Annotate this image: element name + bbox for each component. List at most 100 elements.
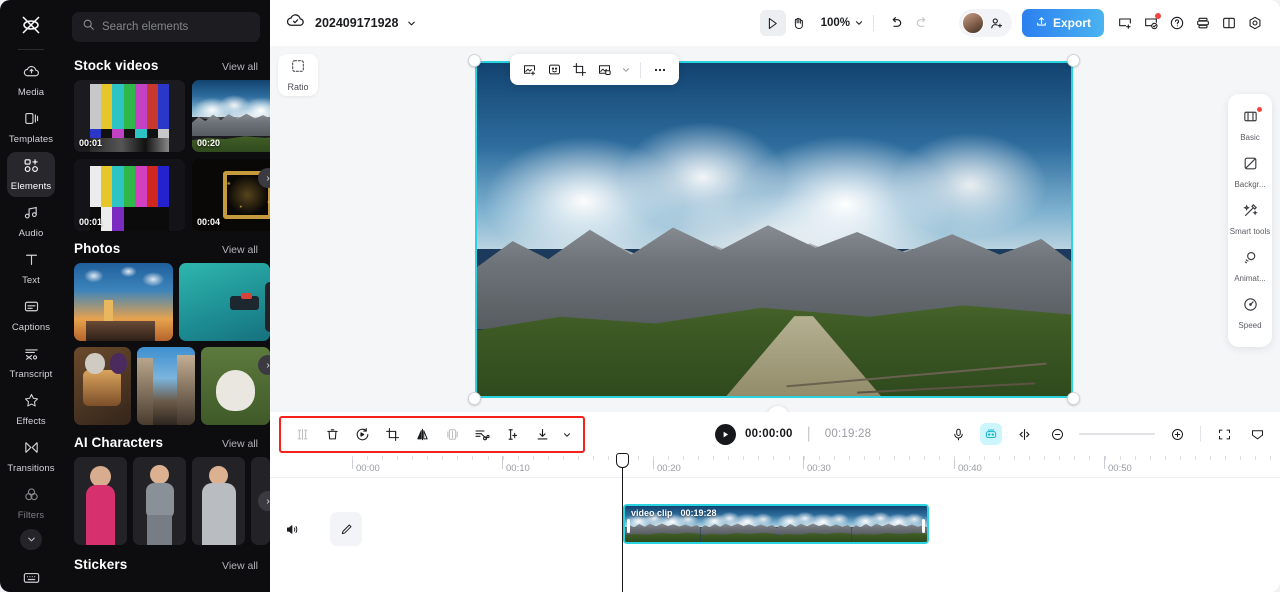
hand-pan-icon[interactable] bbox=[786, 10, 812, 36]
properties-item-animation[interactable]: Animat... bbox=[1228, 243, 1272, 290]
ai-assistant-icon[interactable] bbox=[980, 423, 1002, 445]
image-add-icon[interactable] bbox=[518, 58, 541, 81]
sidebar-item-templates[interactable]: Templates bbox=[7, 105, 55, 150]
sidebar-item-media[interactable]: Media bbox=[7, 58, 55, 103]
ruler-tick bbox=[1029, 456, 1031, 460]
collaborators-group[interactable] bbox=[958, 9, 1012, 37]
microphone-icon[interactable] bbox=[947, 423, 969, 445]
sidebar-item-effects[interactable]: Effects bbox=[7, 387, 55, 432]
ruler-tick bbox=[803, 456, 805, 460]
volume-icon[interactable] bbox=[280, 517, 304, 541]
view-all-link[interactable]: View all bbox=[222, 438, 258, 450]
stock-video-thumb[interactable]: 00:04 bbox=[192, 159, 270, 231]
video-preview-canvas[interactable] bbox=[475, 61, 1073, 398]
clip-trim-left[interactable] bbox=[627, 519, 630, 533]
chevron-down-icon[interactable] bbox=[20, 528, 42, 550]
properties-item-background[interactable]: Backgr... bbox=[1228, 149, 1272, 196]
view-all-link[interactable]: View all bbox=[222, 61, 258, 73]
timeline-panel[interactable]: 00:00 00:10 00:20 00:30 00:40 00:50 vide… bbox=[270, 453, 1280, 592]
avatar[interactable] bbox=[961, 12, 984, 34]
remove-bg-icon[interactable] bbox=[593, 58, 616, 81]
photo-thumb[interactable] bbox=[74, 347, 132, 425]
sidebar-item-text[interactable]: Text bbox=[7, 246, 55, 291]
play-button[interactable] bbox=[715, 423, 736, 445]
resize-handle-bl[interactable] bbox=[468, 392, 481, 405]
panel-layout-icon[interactable] bbox=[1216, 10, 1242, 36]
zoom-out-icon[interactable] bbox=[1046, 423, 1068, 445]
chevron-down-icon[interactable] bbox=[618, 58, 633, 81]
crop-icon[interactable] bbox=[568, 58, 591, 81]
chevron-down-icon[interactable] bbox=[406, 18, 417, 29]
present-screen-icon[interactable] bbox=[1112, 10, 1138, 36]
download-icon[interactable] bbox=[531, 424, 553, 446]
playhead[interactable] bbox=[616, 453, 629, 592]
zoom-level-control[interactable]: 100% bbox=[821, 17, 864, 29]
view-all-link[interactable]: View all bbox=[222, 560, 258, 572]
chevron-down-icon[interactable] bbox=[561, 424, 573, 446]
reverse-icon[interactable] bbox=[351, 424, 373, 446]
add-person-icon[interactable] bbox=[989, 16, 1004, 31]
sidebar-item-audio[interactable]: Audio bbox=[7, 199, 55, 244]
resize-handle-br[interactable] bbox=[1067, 392, 1080, 405]
ai-character-thumb[interactable] bbox=[192, 457, 246, 545]
export-button[interactable]: Export bbox=[1021, 9, 1104, 37]
view-all-link[interactable]: View all bbox=[222, 244, 258, 256]
freeze-frame-icon[interactable] bbox=[441, 424, 463, 446]
sidebar-item-filters[interactable]: Filters bbox=[7, 481, 55, 526]
zoom-slider[interactable] bbox=[1079, 433, 1155, 435]
ellipsis-icon[interactable] bbox=[648, 58, 671, 81]
photo-thumb[interactable] bbox=[74, 263, 173, 341]
delete-trash-icon[interactable] bbox=[321, 424, 343, 446]
playhead-knob[interactable] bbox=[616, 453, 629, 468]
stock-video-thumb[interactable]: 00:01 bbox=[74, 159, 185, 231]
sidebar-item-captions[interactable]: Captions bbox=[7, 293, 55, 338]
sidebar-item-elements[interactable]: Elements bbox=[7, 152, 55, 198]
privacy-shield-icon[interactable] bbox=[1138, 10, 1164, 36]
ratio-button[interactable]: Ratio bbox=[278, 54, 318, 96]
zoom-in-icon[interactable] bbox=[1166, 423, 1188, 445]
photo-thumb[interactable] bbox=[137, 347, 195, 425]
fit-screen-icon[interactable] bbox=[1213, 423, 1235, 445]
settings-gear-icon[interactable] bbox=[1242, 10, 1268, 36]
properties-item-speed[interactable]: Speed bbox=[1228, 290, 1272, 337]
timeline-ruler[interactable]: 00:00 00:10 00:20 00:30 00:40 00:50 bbox=[270, 456, 1280, 478]
ruler-tick bbox=[1104, 456, 1106, 460]
cursor-select-icon[interactable] bbox=[759, 10, 786, 36]
timeline-view-controls bbox=[947, 412, 1268, 456]
edit-pencil-icon[interactable] bbox=[330, 512, 362, 546]
clip-trim-right[interactable] bbox=[922, 519, 925, 533]
cloud-saved-icon[interactable] bbox=[286, 11, 305, 35]
marker-icon[interactable] bbox=[1013, 423, 1035, 445]
undo-icon[interactable] bbox=[883, 10, 909, 36]
panel-resize-handle[interactable] bbox=[265, 282, 270, 332]
properties-item-label: Animat... bbox=[1234, 274, 1266, 283]
resize-handle-tl[interactable] bbox=[468, 54, 481, 67]
stock-video-thumb[interactable]: 00:01 bbox=[74, 80, 185, 152]
ai-character-thumb[interactable] bbox=[133, 457, 187, 545]
save-disk-icon[interactable] bbox=[1190, 10, 1216, 36]
elements-panel: Stock videos View all 00:01 00:20 bbox=[62, 0, 270, 592]
sidebar-item-transitions[interactable]: Transitions bbox=[7, 434, 55, 479]
crop-icon[interactable] bbox=[381, 424, 403, 446]
search-input[interactable] bbox=[102, 21, 242, 33]
cut-scissors-icon[interactable] bbox=[471, 424, 493, 446]
split-icon[interactable] bbox=[291, 424, 313, 446]
photo-thumb[interactable] bbox=[178, 263, 270, 341]
keyboard-icon[interactable] bbox=[22, 568, 41, 592]
split-marker-icon[interactable] bbox=[501, 424, 523, 446]
redo-icon[interactable] bbox=[909, 10, 935, 36]
crop-view-icon[interactable] bbox=[1246, 423, 1268, 445]
capcut-logo-icon[interactable] bbox=[14, 10, 48, 39]
search-box[interactable] bbox=[72, 12, 260, 42]
ai-character-thumb[interactable] bbox=[74, 457, 128, 545]
project-name[interactable]: 202409171928 bbox=[315, 16, 398, 30]
properties-item-basic[interactable]: Basic bbox=[1228, 102, 1272, 149]
resize-handle-tr[interactable] bbox=[1067, 54, 1080, 67]
mirror-flip-icon[interactable] bbox=[411, 424, 433, 446]
help-question-icon[interactable] bbox=[1164, 10, 1190, 36]
timeline-clip[interactable]: video clip 00:19:28 bbox=[623, 504, 929, 544]
stock-video-thumb[interactable]: 00:20 bbox=[192, 80, 270, 152]
auto-frame-icon[interactable] bbox=[543, 58, 566, 81]
properties-item-smart-tools[interactable]: Smart tools bbox=[1228, 196, 1272, 243]
sidebar-item-transcript[interactable]: Transcript bbox=[7, 340, 55, 385]
